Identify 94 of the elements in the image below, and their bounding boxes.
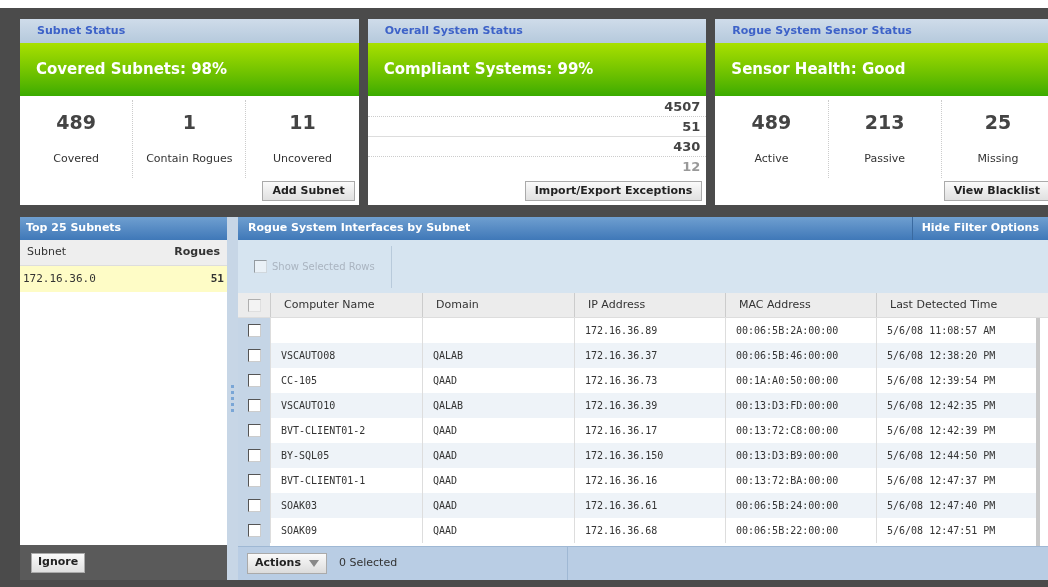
table-cell-text: 5/6/08 12:47:51 PM — [887, 524, 996, 538]
stat-value: 489 — [56, 110, 96, 135]
stat-label: Missing — [977, 150, 1019, 167]
table-cell-text: 5/6/08 12:47:37 PM — [887, 474, 996, 488]
splitter-handle[interactable] — [227, 217, 238, 580]
column-header[interactable]: Domain — [436, 296, 479, 314]
table-cell-text: SOAK09 — [281, 524, 318, 538]
status-count: 4507 — [664, 97, 701, 116]
column-header[interactable]: MAC Address — [739, 296, 811, 314]
stat-value: 11 — [289, 110, 316, 135]
panel-title: Top 25 Subnets — [26, 220, 122, 237]
column-header[interactable]: Last Detected Time — [890, 296, 998, 314]
table-cell-text: 00:06:5B:22:00:00 — [736, 524, 839, 538]
selected-count: 0 Selected — [339, 555, 398, 572]
column-header[interactable]: Computer Name — [284, 296, 375, 314]
table-cell-text: 172.16.36.89 — [585, 324, 658, 338]
row-checkbox[interactable] — [247, 449, 261, 462]
card-headline: Sensor Health: Good — [731, 59, 906, 81]
status-count: 51 — [682, 117, 701, 136]
table-cell-text: 5/6/08 12:47:40 PM — [887, 499, 996, 513]
stat-value: 1 — [182, 110, 196, 135]
subnet-row[interactable]: 172.16.36.0 51 — [20, 266, 227, 292]
table-cell-text: 172.16.36.39 — [585, 399, 658, 413]
table-cell-text: 00:13:72:C8:00:00 — [736, 424, 839, 438]
table-cell-text: 5/6/08 12:39:54 PM — [887, 374, 996, 388]
table-cell-text: 5/6/08 12:42:39 PM — [887, 424, 996, 438]
card-title: Subnet Status — [37, 22, 126, 39]
stat-label: Passive — [864, 150, 905, 167]
column-header[interactable]: IP Address — [588, 296, 646, 314]
row-checkbox[interactable] — [247, 374, 261, 387]
status-count: 430 — [673, 137, 701, 156]
card-title: Overall System Status — [384, 22, 523, 39]
table-cell-text: 5/6/08 11:08:57 AM — [887, 324, 996, 338]
table-cell-text: QAAD — [433, 424, 458, 438]
table-cell-text: 5/6/08 12:38:20 PM — [887, 349, 996, 363]
column-header[interactable]: Subnet — [27, 244, 66, 261]
stat-label: Uncovered — [273, 150, 333, 167]
card-button[interactable]: Import/Export Exceptions — [524, 181, 703, 201]
table-cell-text: QAAD — [433, 474, 458, 488]
table-cell-text: QAAD — [433, 499, 458, 513]
table-cell-text: QAAD — [433, 449, 458, 463]
stat-label: Active — [754, 150, 789, 167]
row-checkbox[interactable] — [247, 499, 261, 512]
table-cell-text: 00:13:72:BA:00:00 — [736, 474, 839, 488]
table-cell-text: 00:13:D3:B9:00:00 — [736, 449, 839, 463]
row-checkbox[interactable] — [247, 474, 261, 487]
table-cell-text: VSCAUTO08 — [281, 349, 336, 363]
table-cell-text: 00:06:5B:24:00:00 — [736, 499, 839, 513]
actions-button[interactable]: Actions — [247, 553, 327, 574]
caret-icon — [309, 560, 319, 567]
card-headline: Covered Subnets: 98% — [36, 59, 228, 81]
table-cell-text: VSCAUTO10 — [281, 399, 336, 413]
table-cell-text: BVT-CLIENT01-2 — [281, 424, 366, 438]
column-header[interactable]: Rogues — [174, 244, 220, 261]
table-cell-text: 5/6/08 12:42:35 PM — [887, 399, 996, 413]
row-checkbox[interactable] — [247, 324, 261, 337]
table-cell-text: CC-105 — [281, 374, 318, 388]
panel-title: Rogue System Interfaces by Subnet — [247, 220, 472, 237]
stat-label: Contain Rogues — [146, 150, 233, 167]
row-checkbox[interactable] — [247, 424, 261, 437]
table-cell-text: 172.16.36.16 — [585, 474, 658, 488]
stat-value: 213 — [864, 110, 905, 135]
rogues-cell-text: 51 — [210, 270, 224, 287]
table-cell-text: 172.16.36.17 — [585, 424, 658, 438]
table-cell-text: BVT-CLIENT01-1 — [281, 474, 366, 488]
card-title: Rogue System Sensor Status — [732, 22, 912, 39]
stat-label: Covered — [53, 150, 99, 167]
card-headline: Compliant Systems: 99% — [383, 59, 594, 81]
table-cell-text: 172.16.36.37 — [585, 349, 658, 363]
table-cell-text: QAAD — [433, 374, 458, 388]
table-cell-text: 172.16.36.68 — [585, 524, 658, 538]
table-cell-text: QALAB — [433, 399, 464, 413]
table-cell-text: 00:06:5B:46:00:00 — [736, 349, 839, 363]
stat-value: 489 — [751, 110, 792, 135]
row-checkbox[interactable] — [247, 399, 261, 412]
row-checkbox[interactable] — [247, 524, 261, 537]
table-cell-text: 172.16.36.73 — [585, 374, 658, 388]
table-cell-text: BY-SQL05 — [281, 449, 330, 463]
card-button[interactable]: View Blacklist — [943, 181, 1048, 201]
table-cell-text: 00:13:D3:FD:00:00 — [736, 399, 839, 413]
card-button[interactable]: Add Subnet — [262, 181, 355, 201]
table-cell-text: 5/6/08 12:44:50 PM — [887, 449, 996, 463]
ignore-button[interactable]: Ignore — [31, 552, 86, 573]
row-checkbox[interactable] — [247, 349, 261, 362]
table-cell-text: 172.16.36.150 — [585, 449, 664, 463]
table-cell-text: 00:06:5B:2A:00:00 — [736, 324, 839, 338]
subnet-cell-text: 172.16.36.0 — [23, 270, 96, 287]
table-cell-text: SOAK03 — [281, 499, 318, 513]
stat-value: 25 — [984, 110, 1012, 135]
table-cell-text: QAAD — [433, 524, 458, 538]
table-cell-text: QALAB — [433, 349, 464, 363]
table-cell-text: 00:1A:A0:50:00:00 — [736, 374, 839, 388]
status-count: 12 — [682, 158, 701, 177]
table-cell-text: 172.16.36.61 — [585, 499, 658, 513]
